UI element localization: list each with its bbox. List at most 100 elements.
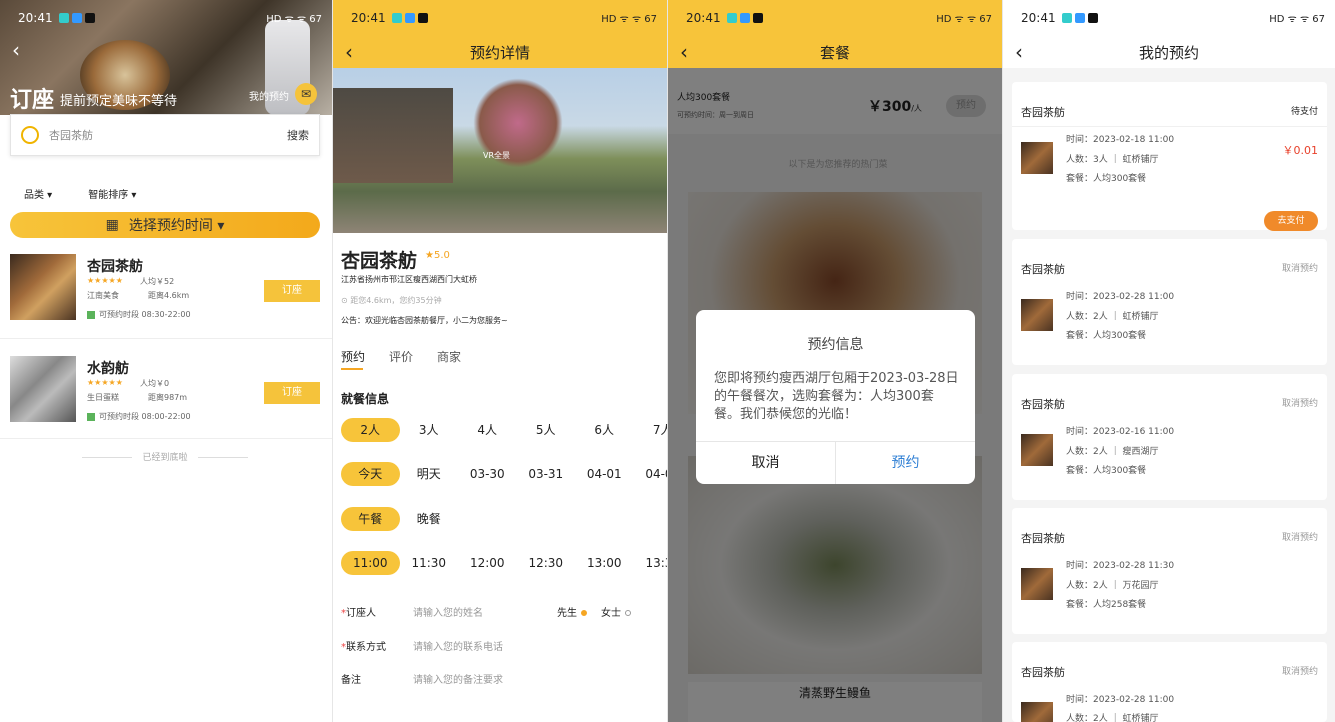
page-title: 套餐	[819, 43, 850, 62]
shop-distance: 距离987m	[148, 393, 188, 402]
card-shop-name: 杏园茶舫	[1021, 263, 1065, 276]
cancel-reservation-link[interactable]: 取消预约	[1282, 396, 1318, 409]
shop-avg-price: 人均￥0	[140, 379, 170, 388]
card-people: 人数：2人 ｜ 虹桥铺厅	[1066, 714, 1159, 722]
shop-category: 生日蛋糕	[87, 393, 119, 402]
shop-score: ★5.0	[425, 250, 450, 261]
time-option[interactable]: 13:30	[634, 551, 667, 575]
date-option[interactable]: 04-01	[575, 462, 634, 486]
confirm-button[interactable]: 预约	[836, 442, 975, 484]
meal-option[interactable]: 午餐	[341, 507, 400, 531]
status-indicators: HD ᯤ ᯤ 67	[601, 14, 657, 25]
back-icon[interactable]: ‹	[680, 40, 688, 64]
filter-category[interactable]: 品类 ▾	[24, 186, 52, 201]
search-button[interactable]: 搜索	[287, 127, 309, 143]
time-option[interactable]: 12:30	[517, 551, 576, 575]
time-option[interactable]: 13:00	[575, 551, 634, 575]
card-time: 时间：2023-02-28 11:00	[1066, 292, 1175, 302]
card-time: 时间：2023-02-16 11:00	[1066, 427, 1175, 437]
gender-male[interactable]: 先生	[557, 604, 587, 619]
pick-time-label: 选择预约时间 ▾	[128, 218, 225, 234]
app-icon	[1061, 13, 1072, 23]
booking-list-screen: 20:41 HD ᯤ ᯤ 67 ‹ 订座 提前预定美味不等待 我的预约 ✉ 杏园茶…	[0, 0, 332, 722]
phone-field: *联系方式 请输入您的联系电话	[341, 638, 661, 653]
meal-option[interactable]: 晚餐	[400, 507, 459, 531]
app-icon	[417, 13, 428, 23]
book-seat-button[interactable]: 订座	[264, 280, 320, 302]
search-input[interactable]: 杏园茶舫	[49, 127, 93, 143]
booking-detail-screen: 20:41 HD ᯤ ᯤ 67 ‹ 预约详情 VR全景 杏园茶舫 ★5.0 江苏省扬…	[333, 0, 667, 722]
people-option[interactable]: 3人	[400, 418, 459, 442]
status-bar: 20:41 HD ᯤ ᯤ 67	[668, 0, 1002, 36]
shop-name: 杏园茶舫	[87, 259, 143, 275]
pick-time-button[interactable]: ▦ 选择预约时间 ▾	[10, 212, 320, 238]
back-icon[interactable]: ‹	[1015, 40, 1023, 64]
reservation-card[interactable]: 杏园茶舫 取消预约 时间：2023-02-28 11:00 人数：2人 ｜ 虹桥…	[1012, 239, 1327, 365]
shop-category: 江南美食	[87, 291, 119, 300]
people-option[interactable]: 4人	[458, 418, 517, 442]
reservation-card[interactable]: 杏园茶舫 取消预约 时间：2023-02-28 11:00 人数：2人 ｜ 虹桥…	[1012, 642, 1327, 722]
cancel-button[interactable]: 取消	[696, 442, 836, 484]
date-option[interactable]: 03-30	[458, 462, 517, 486]
people-option[interactable]: 2人	[341, 418, 400, 442]
shop-image	[10, 254, 76, 320]
shop-item[interactable]: 水韵舫 ★★★★★ 人均￥0 生日蛋糕 距离987m 可预约时段 08:00-2…	[10, 356, 322, 426]
phone-input[interactable]: 请输入您的联系电话	[413, 638, 503, 653]
my-reservations-link[interactable]: 我的预约	[249, 88, 289, 103]
app-icon	[752, 13, 763, 23]
page-title: 我的预约	[1138, 43, 1199, 62]
shop-thumbnail	[1021, 568, 1053, 600]
time-option[interactable]: 11:30	[400, 551, 459, 575]
filter-bar: 品类 ▾ 智能排序 ▾	[24, 186, 136, 201]
vr-label[interactable]: VR全景	[483, 150, 510, 161]
divider	[1012, 126, 1327, 127]
package-screen: 20:41HD ᯤ ᯤ 67 ‹套餐 人均300套餐 可预约时间：周一到周日 ￥…	[668, 0, 1002, 722]
search-bar[interactable]: 杏园茶舫 搜索	[10, 114, 320, 156]
date-option[interactable]: 今天	[341, 462, 400, 486]
app-icon	[71, 13, 82, 23]
shop-photo[interactable]: VR全景	[333, 68, 667, 233]
confirm-dialog: 预约信息 您即将预约瘦西湖厅包厢于2023-03-28日的午餐餐次，选购套餐为：…	[696, 310, 975, 484]
card-shop-name: 杏园茶舫	[1021, 532, 1065, 545]
status-time: 20:41	[18, 11, 53, 25]
filter-sort[interactable]: 智能排序 ▾	[88, 186, 136, 201]
time-option[interactable]: 11:00	[341, 551, 400, 575]
page-title: 订座	[10, 88, 55, 113]
search-icon	[21, 126, 39, 144]
people-option[interactable]: 7人	[634, 418, 667, 442]
nav-bar: ‹ 预约详情	[333, 36, 667, 68]
reservations-icon[interactable]: ✉	[295, 83, 317, 105]
people-option[interactable]: 5人	[517, 418, 576, 442]
tab-reviews[interactable]: 评价	[389, 348, 413, 365]
gender-female[interactable]: 女士	[601, 604, 631, 619]
note-input[interactable]: 请输入您的备注要求	[413, 671, 503, 686]
cancel-reservation-link[interactable]: 取消预约	[1282, 530, 1318, 543]
name-input[interactable]: 请输入您的姓名	[413, 604, 483, 619]
back-icon[interactable]: ‹	[345, 40, 353, 64]
calendar-icon: ▦	[105, 217, 119, 233]
shop-item[interactable]: 杏园茶舫 ★★★★★ 人均￥52 江南美食 距离4.6km 可预约时段 08:3…	[10, 254, 322, 324]
reservation-card[interactable]: 杏园茶舫 取消预约 时间：2023-02-16 11:00 人数：2人 ｜ 瘦西…	[1012, 374, 1327, 500]
clock-icon	[87, 412, 95, 421]
date-option[interactable]: 03-31	[517, 462, 576, 486]
date-option[interactable]: 明天	[400, 462, 459, 486]
status-bar: 20:41 HD ᯤ ᯤ 67	[333, 0, 667, 36]
pay-button[interactable]: 去支付	[1264, 211, 1318, 231]
cancel-reservation-link[interactable]: 取消预约	[1282, 261, 1318, 274]
card-package: 套餐：人均300套餐	[1066, 466, 1147, 476]
tab-merchant[interactable]: 商家	[437, 348, 461, 365]
people-option[interactable]: 6人	[575, 418, 634, 442]
field-label: 备注	[341, 675, 361, 686]
card-package: 套餐：人均300套餐	[1066, 331, 1147, 341]
time-option[interactable]: 12:00	[458, 551, 517, 575]
tab-booking[interactable]: 预约	[341, 348, 365, 365]
back-icon[interactable]: ‹	[12, 38, 20, 62]
reservation-card[interactable]: 杏园茶舫 待支付 时间：2023-02-18 11:00 人数：3人 ｜ 虹桥铺…	[1012, 82, 1327, 231]
reservation-card[interactable]: 杏园茶舫 取消预约 时间：2023-02-28 11:30 人数：2人 ｜ 万花…	[1012, 508, 1327, 634]
card-shop-name: 杏园茶舫	[1021, 398, 1065, 411]
cancel-reservation-link[interactable]: 取消预约	[1282, 664, 1318, 677]
shop-distance: ⊙ 距您4.6km，您约35分钟	[341, 296, 442, 305]
date-selector: 今天明天03-3003-3104-0104-02	[341, 462, 667, 486]
book-seat-button[interactable]: 订座	[264, 382, 320, 404]
date-option[interactable]: 04-02	[634, 462, 667, 486]
